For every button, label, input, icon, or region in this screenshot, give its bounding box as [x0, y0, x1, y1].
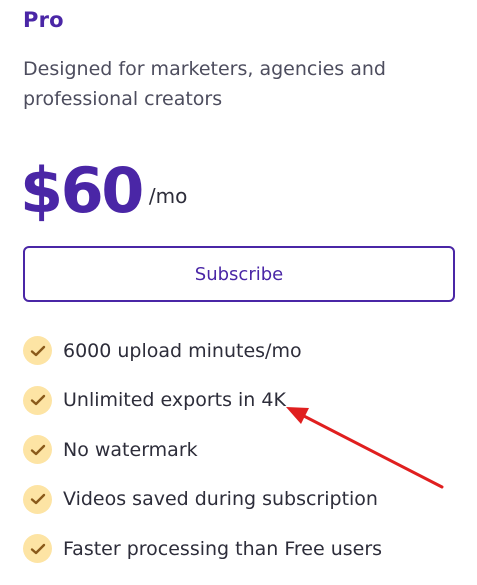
feature-item: Faster processing than Free users — [23, 534, 383, 564]
feature-label: No watermark — [63, 438, 198, 461]
feature-item: Videos saved during subscription — [23, 484, 382, 514]
check-icon — [23, 336, 52, 365]
check-icon — [23, 385, 52, 415]
feature-label: Videos saved during subscription — [63, 488, 378, 511]
plan-price: $60 — [20, 154, 144, 227]
feature-item: Unlimited exports in 4K — [23, 385, 382, 415]
feature-label: Faster processing than Free users — [63, 537, 383, 560]
price-row: $60 /mo — [20, 142, 187, 222]
feature-item: 6000 upload minutes/mo — [23, 336, 382, 365]
check-icon — [23, 534, 52, 564]
plan-description: Designed for marketers, agencies and pro… — [23, 58, 386, 110]
feature-label: Unlimited exports in 4K — [63, 389, 286, 412]
plan-title: Pro — [23, 8, 64, 32]
price-period: /mo — [148, 184, 188, 208]
check-icon — [23, 435, 52, 465]
feature-label: 6000 upload minutes/mo — [63, 339, 302, 362]
feature-list: 6000 upload minutes/mo Unlimited exports… — [23, 336, 382, 584]
check-icon — [23, 484, 52, 514]
feature-item: No watermark — [23, 435, 382, 465]
subscribe-button[interactable]: Subscribe — [23, 246, 455, 302]
